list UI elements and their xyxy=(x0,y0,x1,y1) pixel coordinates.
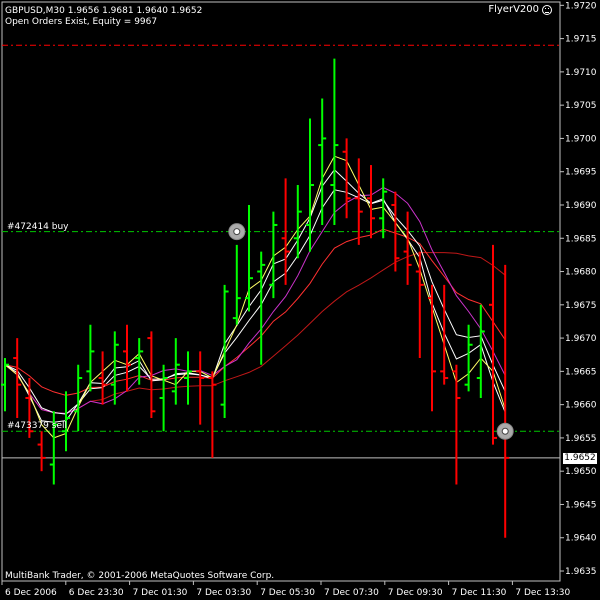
smiley-icon xyxy=(542,4,552,15)
expert-indicator[interactable]: FlyerV200 xyxy=(488,4,552,15)
x-tick-label: 7 Dec 01:30 xyxy=(133,588,188,598)
x-tick-label: 7 Dec 05:30 xyxy=(260,588,315,598)
x-tick-label: 7 Dec 13:30 xyxy=(515,588,570,598)
y-tick-label: 1.9720 xyxy=(565,1,597,11)
order-marker-dot xyxy=(501,427,509,435)
order-marker-dot xyxy=(233,228,241,236)
current-price-tag: 1.9652 xyxy=(563,452,597,464)
x-tick-label: 6 Dec 23:30 xyxy=(69,588,124,598)
order-label-sell: #473379 sell xyxy=(7,421,67,432)
x-tick-label: 6 Dec 2006 xyxy=(5,588,57,598)
chart-frame xyxy=(1,1,561,582)
symbol-info: GBPUSD,M30 1.9656 1.9681 1.9640 1.9652 xyxy=(5,6,203,16)
status-line: Open Orders Exist, Equity = 9967 xyxy=(5,17,158,27)
ma-line-white-2 xyxy=(4,169,506,423)
y-tick-label: 1.9650 xyxy=(565,467,597,477)
y-tick-label: 1.9670 xyxy=(565,334,597,344)
price-chart[interactable]: 1.9720 1.9715 1.9710 1.9705 1.9700 1.9695 1.96… xyxy=(0,0,600,600)
y-tick-label: 1.9690 xyxy=(565,201,597,211)
y-tick-label: 1.9680 xyxy=(565,268,597,278)
x-tick-label: 7 Dec 07:30 xyxy=(324,588,379,598)
y-tick-label: 1.9640 xyxy=(565,534,597,544)
y-tick-label: 1.9635 xyxy=(565,567,597,577)
y-tick-label: 1.9715 xyxy=(565,35,597,45)
y-tick-label: 1.9645 xyxy=(565,500,597,510)
y-tick-label: 1.9710 xyxy=(565,68,597,78)
y-tick-label: 1.9700 xyxy=(565,134,597,144)
y-tick-label: 1.9675 xyxy=(565,301,597,311)
y-tick-label: 1.9705 xyxy=(565,101,597,111)
footer-copyright: MultiBank Trader, © 2001-2006 MetaQuotes… xyxy=(5,571,275,581)
x-tick-label: 7 Dec 03:30 xyxy=(196,588,251,598)
x-tick-label: 7 Dec 09:30 xyxy=(388,588,443,598)
y-tick-label: 1.9685 xyxy=(565,234,597,244)
order-label-buy: #472414 buy xyxy=(7,221,69,232)
y-tick-label: 1.9695 xyxy=(565,168,597,178)
y-tick-label: 1.9660 xyxy=(565,401,597,411)
y-tick-label: 1.9665 xyxy=(565,367,597,377)
expert-name: FlyerV200 xyxy=(488,4,539,15)
y-tick-label: 1.9655 xyxy=(565,434,597,444)
x-tick-label: 7 Dec 11:30 xyxy=(452,588,507,598)
